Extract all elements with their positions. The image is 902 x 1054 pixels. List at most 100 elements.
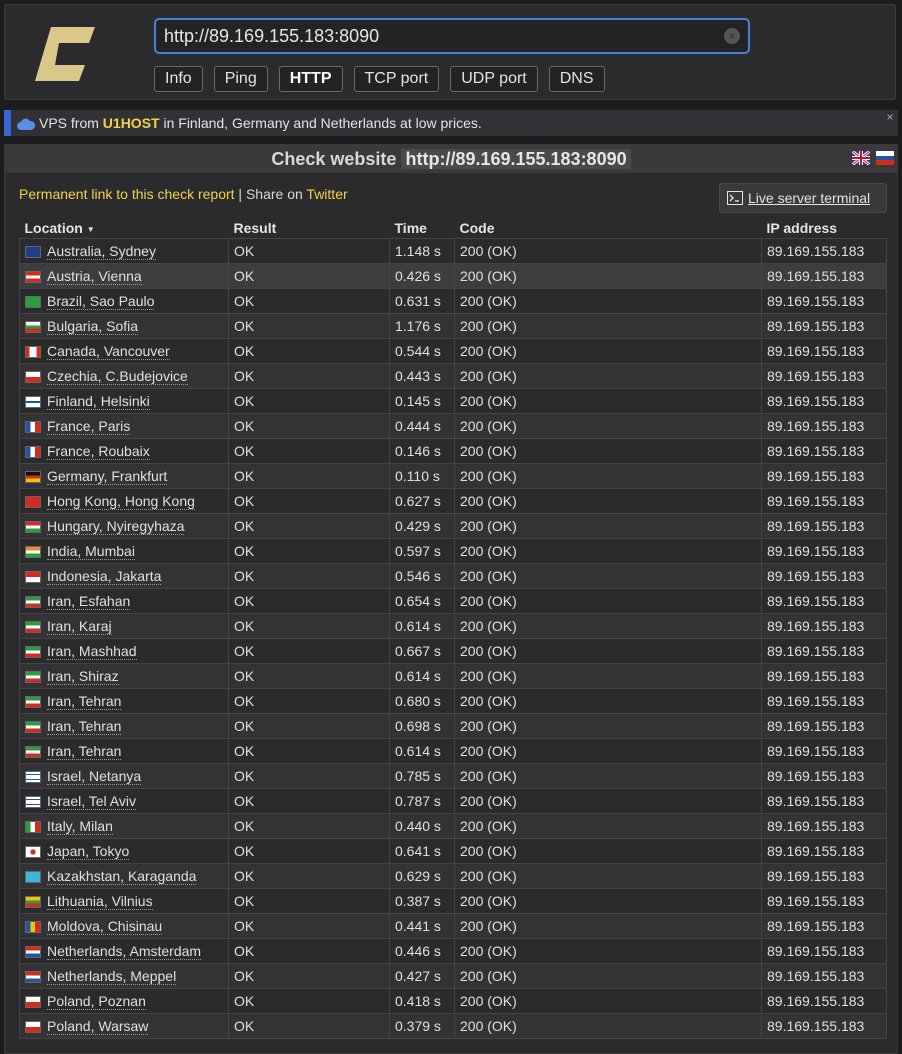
location-link[interactable]: Israel, Netanya bbox=[47, 768, 142, 785]
country-flag-icon bbox=[25, 396, 41, 409]
country-flag-icon bbox=[25, 596, 41, 609]
location-link[interactable]: Kazakhstan, Karaganda bbox=[47, 868, 197, 885]
code-cell: 200 (OK) bbox=[454, 288, 762, 314]
location-cell: Iran, Esfahan bbox=[19, 588, 229, 614]
location-link[interactable]: Canada, Vancouver bbox=[47, 343, 170, 360]
location-link[interactable]: Iran, Tehran bbox=[47, 693, 122, 710]
country-flag-icon bbox=[25, 621, 41, 634]
country-flag-icon bbox=[25, 471, 41, 484]
banner-brand[interactable]: U1HOST bbox=[103, 115, 160, 131]
location-cell: France, Roubaix bbox=[19, 438, 229, 464]
time-cell: 0.614 s bbox=[389, 663, 455, 689]
code-cell: 200 (OK) bbox=[454, 888, 762, 914]
location-link[interactable]: Lithuania, Vilnius bbox=[47, 893, 153, 910]
permalink-link[interactable]: Permanent link to this check report bbox=[19, 186, 235, 202]
location-link[interactable]: Finland, Helsinki bbox=[47, 393, 150, 410]
location-link[interactable]: Poland, Warsaw bbox=[47, 1018, 149, 1035]
ip-cell: 89.169.155.183 bbox=[761, 363, 887, 389]
column-location[interactable]: Location ▼ bbox=[20, 217, 229, 239]
column-location-label: Location bbox=[24, 219, 83, 236]
twitter-link[interactable]: Twitter bbox=[306, 186, 347, 202]
location-link[interactable]: Indonesia, Jakarta bbox=[47, 568, 162, 585]
column-code[interactable]: Code bbox=[455, 217, 762, 239]
location-link[interactable]: Bulgaria, Sofia bbox=[47, 318, 139, 335]
table-row: India, Mumbai OK 0.597 s 200 (OK) 89.169.155… bbox=[19, 538, 887, 564]
result-cell: OK bbox=[228, 713, 390, 739]
location-link[interactable]: Netherlands, Amsterdam bbox=[47, 943, 202, 960]
column-time[interactable]: Time bbox=[390, 217, 455, 239]
location-cell: Poland, Poznan bbox=[19, 988, 229, 1014]
table-row: Italy, Milan OK 0.440 s 200 (OK) 89.169.155.… bbox=[19, 813, 887, 839]
ip-cell: 89.169.155.183 bbox=[761, 613, 887, 639]
location-cell: Netherlands, Meppel bbox=[19, 963, 229, 989]
location-cell: Iran, Tehran bbox=[19, 738, 229, 764]
logo-icon[interactable] bbox=[33, 23, 97, 85]
location-link[interactable]: Japan, Tokyo bbox=[47, 843, 130, 860]
table-row: Hungary, Nyiregyhaza OK 0.429 s 200 (OK) 89.… bbox=[19, 513, 887, 539]
sort-arrow-icon: ▼ bbox=[86, 224, 95, 234]
location-link[interactable]: Iran, Tehran bbox=[47, 718, 122, 735]
location-link[interactable]: Iran, Tehran bbox=[47, 743, 122, 760]
column-result[interactable]: Result bbox=[229, 217, 390, 239]
location-cell: Lithuania, Vilnius bbox=[19, 888, 229, 914]
ip-cell: 89.169.155.183 bbox=[761, 513, 887, 539]
close-icon[interactable]: × bbox=[884, 111, 896, 123]
ip-cell: 89.169.155.183 bbox=[761, 463, 887, 489]
time-cell: 1.176 s bbox=[389, 313, 455, 339]
live-terminal-label: Live server terminal bbox=[748, 190, 871, 206]
country-flag-icon bbox=[25, 971, 41, 984]
ip-cell: 89.169.155.183 bbox=[761, 288, 887, 314]
time-cell: 0.667 s bbox=[389, 638, 455, 664]
location-link[interactable]: Iran, Shiraz bbox=[47, 668, 119, 685]
table-row: Moldova, Chisinau OK 0.441 s 200 (OK) 89.169… bbox=[19, 913, 887, 939]
ip-cell: 89.169.155.183 bbox=[761, 713, 887, 739]
location-link[interactable]: France, Paris bbox=[47, 418, 131, 435]
location-link[interactable]: France, Roubaix bbox=[47, 443, 150, 460]
location-link[interactable]: Brazil, Sao Paulo bbox=[47, 293, 155, 310]
ip-cell: 89.169.155.183 bbox=[761, 238, 887, 264]
cloud-icon bbox=[17, 118, 35, 131]
live-terminal-button[interactable]: Live server terminal bbox=[719, 183, 887, 213]
location-link[interactable]: Moldova, Chisinau bbox=[47, 918, 163, 935]
tab-dns[interactable]: DNS bbox=[548, 66, 605, 92]
location-link[interactable]: Australia, Sydney bbox=[47, 243, 156, 260]
column-ip[interactable]: IP address bbox=[762, 217, 887, 239]
location-link[interactable]: Italy, Milan bbox=[47, 818, 113, 835]
tab-http[interactable]: HTTP bbox=[278, 66, 343, 92]
country-flag-icon bbox=[25, 446, 41, 459]
country-flag-icon bbox=[25, 296, 41, 309]
banner-suffix: in Finland, Germany and Netherlands at l… bbox=[159, 115, 482, 131]
location-cell: India, Mumbai bbox=[19, 538, 229, 564]
location-link[interactable]: Poland, Poznan bbox=[47, 993, 146, 1010]
code-cell: 200 (OK) bbox=[454, 263, 762, 289]
tab-info[interactable]: Info bbox=[154, 66, 203, 92]
code-cell: 200 (OK) bbox=[454, 738, 762, 764]
location-link[interactable]: Israel, Tel Aviv bbox=[47, 793, 136, 810]
location-link[interactable]: Austria, Vienna bbox=[47, 268, 142, 285]
tab-udp-port[interactable]: UDP port bbox=[450, 66, 538, 92]
ip-cell: 89.169.155.183 bbox=[761, 413, 887, 439]
location-link[interactable]: Iran, Esfahan bbox=[47, 593, 131, 610]
promo-banner[interactable]: VPS from U1HOST in Finland, Germany and … bbox=[4, 110, 898, 136]
url-input[interactable]: http://89.169.155.183:8090 × bbox=[154, 18, 750, 54]
code-cell: 200 (OK) bbox=[454, 963, 762, 989]
tab-ping[interactable]: Ping bbox=[213, 66, 268, 92]
location-link[interactable]: India, Mumbai bbox=[47, 543, 135, 560]
location-link[interactable]: Hong Kong, Hong Kong bbox=[47, 493, 195, 510]
location-link[interactable]: Hungary, Nyiregyhaza bbox=[47, 518, 185, 535]
ip-cell: 89.169.155.183 bbox=[761, 988, 887, 1014]
location-link[interactable]: Czechia, C.Budejovice bbox=[47, 368, 188, 385]
code-cell: 200 (OK) bbox=[454, 663, 762, 689]
result-cell: OK bbox=[228, 638, 390, 664]
ru-flag-icon[interactable] bbox=[876, 151, 894, 165]
uk-flag-icon[interactable] bbox=[852, 151, 870, 165]
ip-cell: 89.169.155.183 bbox=[761, 313, 887, 339]
clear-icon[interactable]: × bbox=[724, 28, 740, 44]
tab-tcp-port[interactable]: TCP port bbox=[353, 66, 440, 92]
country-flag-icon bbox=[25, 696, 41, 709]
location-link[interactable]: Netherlands, Meppel bbox=[47, 968, 177, 985]
location-link[interactable]: Iran, Mashhad bbox=[47, 643, 137, 660]
code-cell: 200 (OK) bbox=[454, 413, 762, 439]
location-link[interactable]: Iran, Karaj bbox=[47, 618, 112, 635]
location-link[interactable]: Germany, Frankfurt bbox=[47, 468, 168, 485]
